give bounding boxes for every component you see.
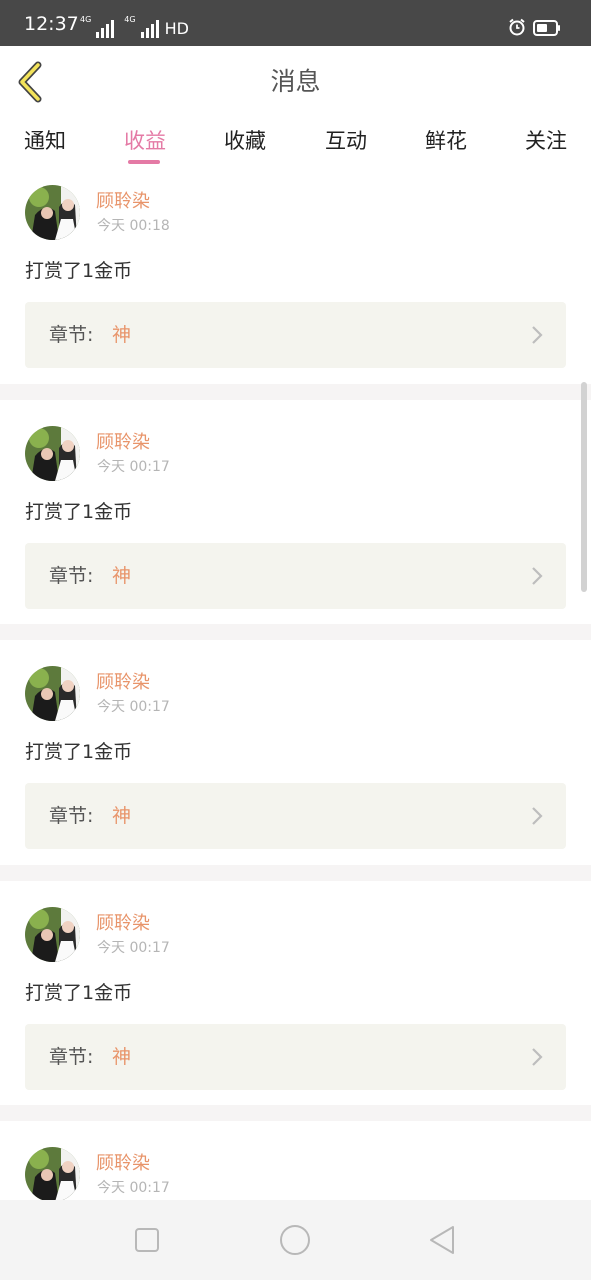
status-signals: 4G 4G HD — [80, 16, 189, 38]
tab-earnings[interactable]: 收益 — [124, 128, 166, 154]
hd-indicator: HD — [164, 19, 189, 38]
chapter-label: 章节: — [49, 324, 94, 346]
message-time: 今天 00:17 — [97, 940, 170, 956]
message-text: 打赏了1金币 — [25, 260, 133, 282]
message-time: 今天 00:18 — [97, 218, 170, 234]
list-item: 顾聆染 今天 00:17 打赏了1金币 章节: 神 — [0, 400, 591, 624]
tab-flowers[interactable]: 鲜花 — [425, 128, 467, 154]
divider — [0, 865, 591, 881]
chapter-label: 章节: — [49, 805, 94, 827]
tab-interactions[interactable]: 互动 — [325, 128, 367, 154]
status-bar: 12:37 4G 4G HD — [0, 0, 591, 46]
message-time: 今天 00:17 — [97, 699, 170, 715]
system-nav-bar — [0, 1200, 591, 1280]
avatar[interactable] — [25, 185, 80, 240]
tab-follows[interactable]: 关注 — [525, 128, 567, 154]
list-item: 顾聆染 今天 00:17 打赏了1金币 章节: 神 — [0, 881, 591, 1105]
user-name[interactable]: 顾聆染 — [96, 1154, 150, 1174]
divider — [0, 1105, 591, 1121]
list-item: 顾聆染 今天 00:18 打赏了1金币 章节: 神 — [0, 168, 591, 384]
user-name[interactable]: 顾聆染 — [96, 914, 150, 934]
chevron-right-icon — [532, 567, 543, 585]
chevron-right-icon — [532, 1048, 543, 1066]
avatar[interactable] — [25, 907, 80, 962]
message-text: 打赏了1金币 — [25, 501, 133, 523]
tab-bar: 通知 收益 收藏 互动 鲜花 关注 — [0, 118, 591, 168]
message-text: 打赏了1金币 — [25, 982, 133, 1004]
signal-bars-icon — [96, 20, 115, 38]
chapter-name: 神 — [112, 805, 132, 827]
chapter-name: 神 — [112, 565, 132, 587]
chapter-name: 神 — [112, 1046, 132, 1068]
network-type-1: 4G — [80, 15, 92, 24]
list-item: 顾聆染 今天 00:17 打赏了1金币 章节: 神 — [0, 640, 591, 865]
tab-notifications[interactable]: 通知 — [24, 128, 66, 154]
message-text: 打赏了1金币 — [25, 741, 133, 763]
message-time: 今天 00:17 — [97, 459, 170, 475]
page-title: 消息 — [270, 67, 321, 96]
avatar[interactable] — [25, 426, 80, 481]
user-name[interactable]: 顾聆染 — [96, 433, 150, 453]
chapter-link[interactable]: 章节: 神 — [25, 543, 566, 609]
square-icon[interactable] — [131, 1224, 163, 1256]
battery-icon — [533, 20, 560, 36]
triangle-back-icon[interactable] — [427, 1224, 459, 1256]
chevron-right-icon — [532, 807, 543, 825]
chapter-link[interactable]: 章节: 神 — [25, 783, 566, 849]
circle-icon[interactable] — [279, 1224, 311, 1256]
alarm-icon — [509, 18, 525, 36]
message-time: 今天 00:17 — [97, 1180, 170, 1196]
user-name[interactable]: 顾聆染 — [96, 192, 150, 212]
chapter-name: 神 — [112, 324, 132, 346]
chapter-link[interactable]: 章节: 神 — [25, 302, 566, 368]
signal-bars-icon — [140, 20, 159, 38]
active-tab-indicator — [128, 160, 160, 164]
user-name[interactable]: 顾聆染 — [96, 673, 150, 693]
chapter-label: 章节: — [49, 1046, 94, 1068]
header: 消息 — [0, 46, 591, 118]
chapter-label: 章节: — [49, 565, 94, 587]
avatar[interactable] — [25, 666, 80, 721]
divider — [0, 624, 591, 640]
network-type-2: 4G — [124, 15, 136, 24]
list-item: 顾聆染 今天 00:17 — [0, 1121, 591, 1202]
scrollbar[interactable] — [581, 382, 587, 592]
chevron-right-icon — [532, 326, 543, 344]
tab-favorites[interactable]: 收藏 — [224, 128, 266, 154]
divider — [0, 384, 591, 400]
status-time: 12:37 — [24, 13, 79, 35]
chapter-link[interactable]: 章节: 神 — [25, 1024, 566, 1090]
avatar[interactable] — [25, 1147, 80, 1202]
